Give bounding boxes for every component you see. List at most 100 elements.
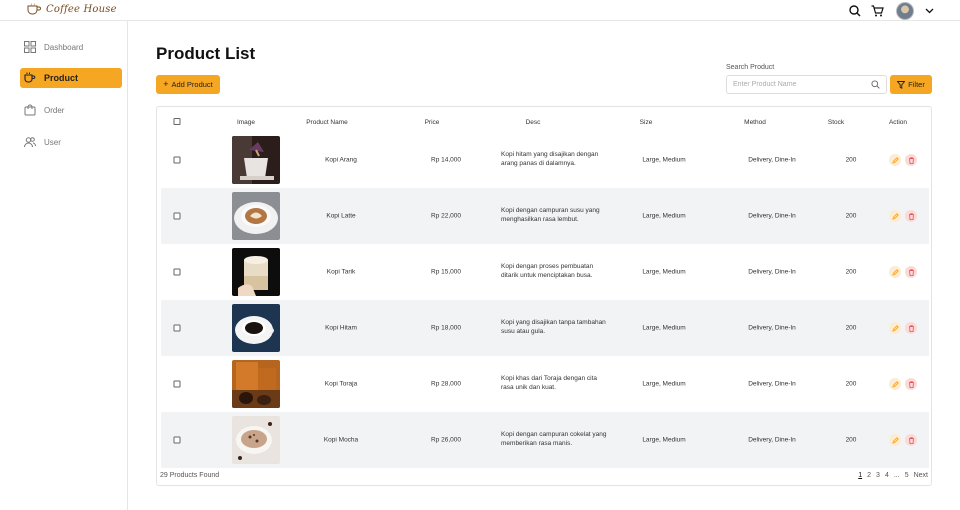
top-bar: Coffee House	[0, 0, 960, 21]
product-method: Delivery, Dine-In	[748, 380, 796, 388]
users-icon	[24, 137, 36, 148]
product-price: Rp 26,000	[431, 436, 461, 444]
product-size: Large, Medium	[642, 436, 686, 444]
filter-button[interactable]: Filter	[890, 75, 932, 94]
product-desc: Kopi dengan campuran cokelat yang member…	[501, 431, 607, 447]
row-checkbox[interactable]	[173, 156, 181, 164]
sidebar-item-label: User	[44, 137, 61, 147]
page-link-3[interactable]: 3	[876, 472, 880, 479]
trash-icon	[908, 380, 914, 388]
table-row: Kopi Hitam Rp 18,000 Kopi yang disajikan…	[161, 300, 929, 356]
column-header-stock: Stock	[827, 119, 845, 126]
delete-button[interactable]	[905, 210, 917, 222]
sidebar-item-product[interactable]: Product	[20, 68, 122, 88]
sidebar-item-order[interactable]: Order	[20, 100, 122, 120]
avatar[interactable]	[896, 1, 914, 20]
search-box	[726, 75, 887, 94]
pencil-icon	[891, 212, 899, 220]
trash-icon	[908, 436, 914, 444]
product-price: Rp 22,000	[431, 212, 461, 220]
pencil-icon	[891, 156, 899, 164]
product-stock: 200	[845, 212, 857, 220]
filter-icon	[897, 80, 906, 89]
product-size: Large, Medium	[642, 268, 686, 276]
cart-icon[interactable]	[870, 4, 884, 18]
coffee-cup-icon	[27, 3, 41, 15]
filter-label: Filter	[908, 80, 925, 89]
product-stock: 200	[845, 156, 857, 164]
product-name: Kopi Toraja	[324, 380, 358, 388]
column-header-method: Method	[744, 119, 766, 126]
delete-button[interactable]	[905, 322, 917, 334]
product-name: Kopi Mocha	[323, 436, 359, 444]
product-desc: Kopi khas dari Toraja dengan cita rasa u…	[501, 375, 597, 391]
edit-button[interactable]	[889, 266, 901, 278]
page-link-4[interactable]: 4	[885, 472, 889, 479]
product-name: Kopi Arang	[325, 156, 357, 164]
table-row: Kopi Tarik Rp 15,000 Kopi dengan proses …	[161, 244, 929, 300]
add-product-button[interactable]: + Add Product	[156, 75, 220, 94]
bag-icon	[24, 104, 36, 116]
search-icon[interactable]	[848, 4, 862, 18]
row-checkbox[interactable]	[173, 324, 181, 332]
delete-button[interactable]	[905, 266, 917, 278]
row-checkbox[interactable]	[173, 436, 181, 444]
delete-button[interactable]	[905, 378, 917, 390]
trash-icon	[908, 156, 914, 164]
product-desc: Kopi yang disajikan tanpa tambahan susu …	[501, 319, 606, 335]
chevron-down-icon[interactable]	[922, 4, 936, 18]
row-checkbox[interactable]	[173, 212, 181, 220]
table-row: Kopi Arang Rp 14,000 Kopi hitam yang dis…	[161, 132, 929, 188]
brand-logo[interactable]: Coffee House	[26, 3, 117, 15]
product-image	[232, 248, 280, 296]
cup-icon	[24, 72, 36, 83]
edit-button[interactable]	[889, 154, 901, 166]
table-row: Kopi Latte Rp 22,000 Kopi dengan campura…	[161, 188, 929, 244]
edit-button[interactable]	[889, 210, 901, 222]
select-all-checkbox[interactable]	[173, 118, 181, 125]
sidebar-item-label: Dashboard	[44, 42, 84, 52]
product-desc: Kopi hitam yang disajikan dengan arang p…	[501, 151, 599, 167]
row-checkbox[interactable]	[173, 380, 181, 388]
edit-button[interactable]	[889, 434, 901, 446]
pencil-icon	[891, 436, 899, 444]
row-checkbox[interactable]	[173, 268, 181, 276]
sidebar-item-user[interactable]: User	[20, 132, 122, 152]
trash-icon	[908, 324, 914, 332]
product-price: Rp 28,000	[431, 380, 461, 388]
trash-icon	[908, 268, 914, 276]
product-name: Kopi Latte	[326, 212, 356, 220]
plus-icon: +	[163, 79, 169, 89]
products-found-count: 29 Products Found	[160, 472, 220, 479]
delete-button[interactable]	[905, 434, 917, 446]
product-size: Large, Medium	[642, 212, 686, 220]
delete-button[interactable]	[905, 154, 917, 166]
product-name: Kopi Tarik	[326, 268, 356, 276]
product-method: Delivery, Dine-In	[748, 156, 796, 164]
search-input[interactable]	[733, 81, 863, 88]
column-header-desc: Desc	[525, 119, 541, 126]
column-header-size: Size	[639, 119, 653, 126]
product-size: Large, Medium	[642, 380, 686, 388]
page-link-1[interactable]: 1	[858, 472, 862, 479]
product-price: Rp 15,000	[431, 268, 461, 276]
table-row: Kopi Toraja Rp 28,000 Kopi khas dari Tor…	[161, 356, 929, 412]
edit-button[interactable]	[889, 378, 901, 390]
column-header-product-name: Product Name	[306, 119, 348, 126]
next-page-link[interactable]: Next	[914, 472, 928, 479]
sidebar-item-label: Order	[44, 105, 65, 115]
product-table: Image Product Name Price Desc Size Metho…	[156, 106, 932, 486]
add-product-label: Add Product	[171, 80, 213, 89]
search-icon[interactable]	[871, 80, 880, 89]
search-label: Search Product	[726, 64, 775, 71]
sidebar-item-dashboard[interactable]: Dashboard	[20, 37, 122, 57]
page-title: Product List	[156, 44, 256, 63]
sidebar-item-label: Product	[44, 73, 79, 83]
product-size: Large, Medium	[642, 324, 686, 332]
page-link-2[interactable]: 2	[867, 472, 871, 479]
page-link-5[interactable]: 5	[905, 472, 909, 479]
product-method: Delivery, Dine-In	[748, 212, 796, 220]
edit-button[interactable]	[889, 322, 901, 334]
column-header-action: Action	[888, 119, 908, 126]
product-method: Delivery, Dine-In	[748, 268, 796, 276]
